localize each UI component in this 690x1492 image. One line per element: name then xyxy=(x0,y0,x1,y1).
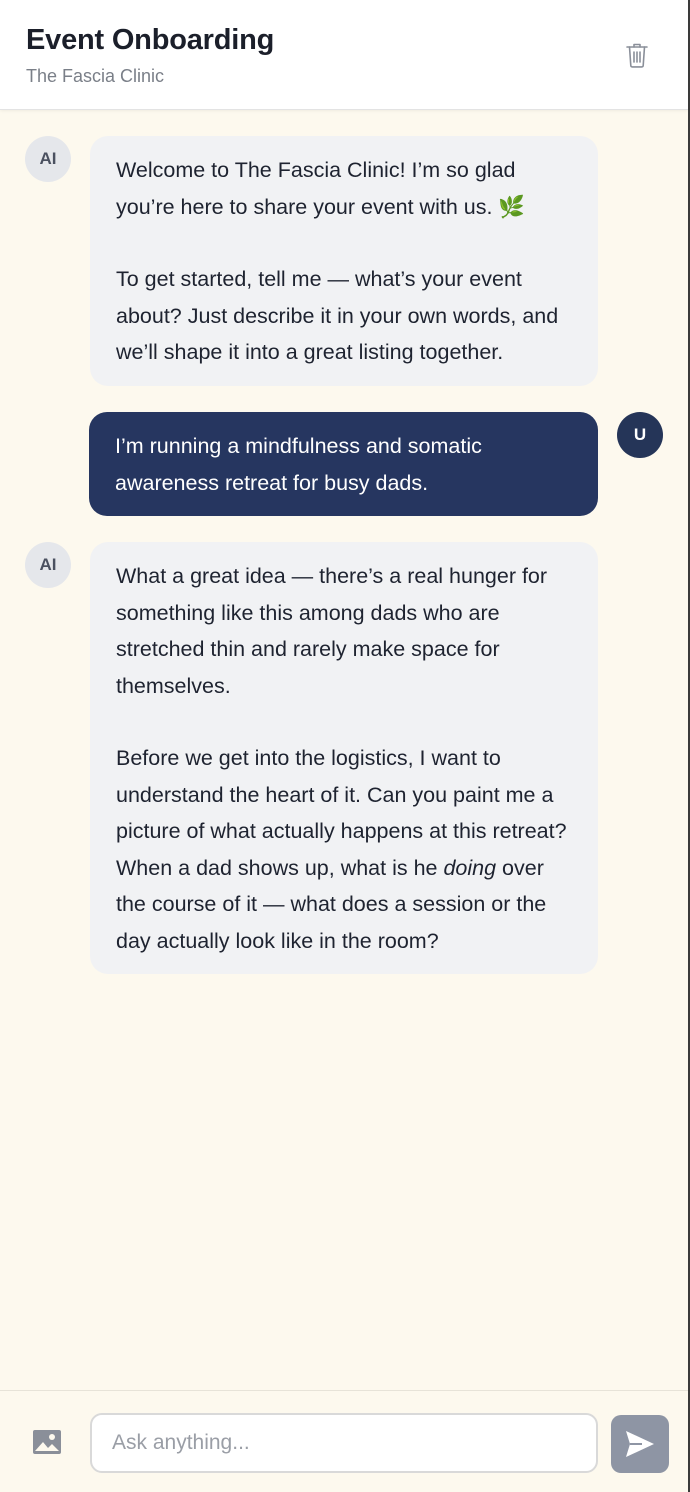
image-icon xyxy=(33,1430,61,1454)
app-header: Event Onboarding The Fascia Clinic xyxy=(0,0,688,110)
ai-message: Welcome to The Fascia Clinic! I’m so gla… xyxy=(90,136,598,386)
message-paragraph: What a great idea — there’s a real hunge… xyxy=(116,564,548,698)
trash-icon xyxy=(626,43,648,68)
message-text: I’m running a mindfulness and somatic aw… xyxy=(115,434,482,495)
ai-avatar: AI xyxy=(25,136,71,182)
page-title: Event Onboarding xyxy=(26,24,275,56)
delete-conversation-button[interactable] xyxy=(620,38,654,72)
message-composer xyxy=(0,1390,688,1492)
message-input[interactable] xyxy=(90,1413,598,1473)
ai-avatar: AI xyxy=(25,542,71,588)
page-subtitle: The Fascia Clinic xyxy=(26,66,165,86)
attach-image-button[interactable] xyxy=(32,1429,64,1457)
send-button[interactable] xyxy=(611,1415,669,1473)
message-paragraph: Before we get into the logistics, I want… xyxy=(116,740,572,959)
ai-message: What a great idea — there’s a real hunge… xyxy=(90,542,598,974)
user-avatar: U xyxy=(617,412,663,458)
emphasized-text: doing xyxy=(443,855,497,880)
message-paragraph: To get started, tell me — what’s your ev… xyxy=(116,267,559,364)
send-icon xyxy=(626,1431,654,1457)
user-message: I’m running a mindfulness and somatic aw… xyxy=(89,412,598,516)
message-paragraph: Welcome to The Fascia Clinic! I’m so gla… xyxy=(116,158,526,219)
